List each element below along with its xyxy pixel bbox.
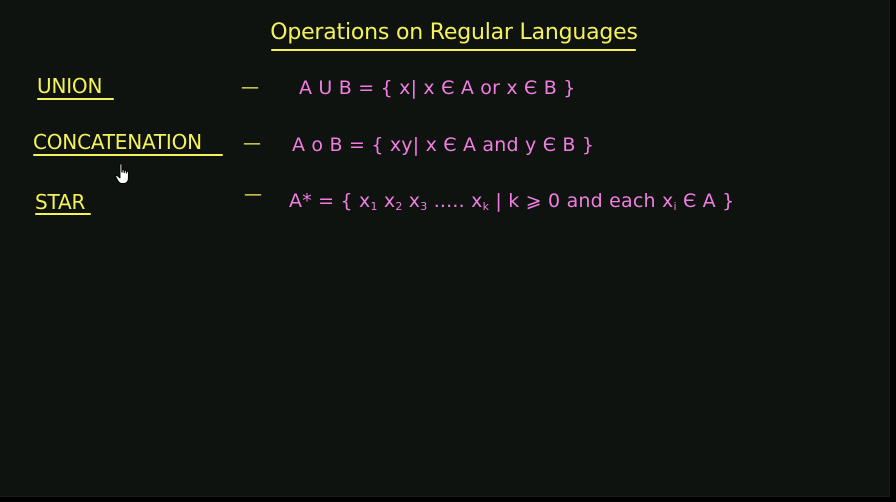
term-star: STAR: [35, 190, 86, 214]
star-sub-1: 1: [370, 200, 378, 213]
star-def-lead: A* = { x: [289, 190, 371, 212]
definition-union: A U B = { x| x Є A or x Є B }: [299, 77, 576, 99]
hand-pointer-icon: [115, 163, 129, 184]
dash-concatenation: —: [243, 133, 261, 154]
page-title: Operations on Regular Languages: [270, 20, 638, 45]
dash-union: —: [241, 77, 259, 98]
definition-concatenation: A o B = { xy| x Є A and y Є B }: [292, 134, 595, 156]
term-union: UNION: [37, 74, 103, 98]
star-def-mid2: x: [402, 190, 421, 212]
term-concatenation-underline: [33, 154, 223, 156]
dash-star: —: [244, 184, 262, 205]
star-def-mid1: x: [377, 190, 396, 212]
term-concatenation: CONCATENATION: [33, 130, 202, 154]
star-sub-2: 2: [395, 200, 403, 213]
blackboard: Operations on Regular Languages UNION — …: [0, 0, 890, 497]
term-star-underline: [35, 213, 91, 215]
star-def-mid3: ..... x: [427, 190, 483, 212]
star-def-tail: Є A }: [676, 190, 735, 212]
star-def-mid4: | k ⩾ 0 and each x: [489, 190, 674, 212]
term-union-underline: [37, 98, 114, 100]
definition-star: A* = { x1 x2 x3 ..... xk | k ⩾ 0 and eac…: [289, 189, 734, 213]
title-underline: [271, 49, 636, 51]
